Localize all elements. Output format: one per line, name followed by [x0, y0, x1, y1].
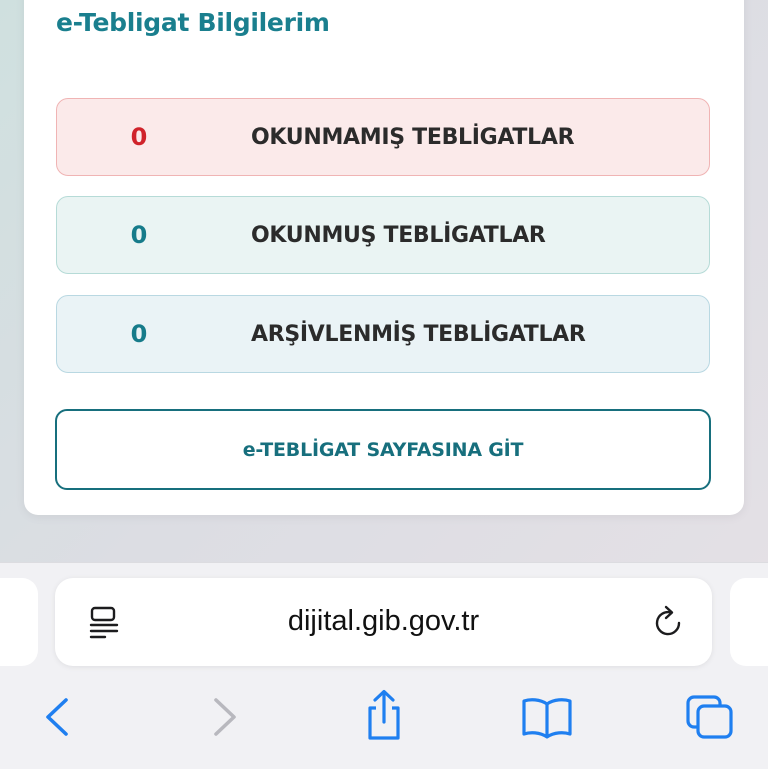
- share-icon[interactable]: [359, 688, 409, 744]
- book-icon[interactable]: [520, 692, 574, 742]
- unread-label: OKUNMAMIŞ TEBLİGATLAR: [251, 124, 575, 150]
- url-text[interactable]: dijital.gib.gov.tr: [55, 605, 712, 638]
- previous-tab-preview[interactable]: [0, 578, 38, 666]
- archived-notices-row[interactable]: 0 ARŞİVLENMİŞ TEBLİGATLAR: [56, 295, 710, 373]
- chevron-left-icon[interactable]: [33, 692, 83, 742]
- card-title: e-Tebligat Bilgilerim: [56, 8, 330, 37]
- reload-icon[interactable]: [652, 604, 686, 640]
- chevron-right-icon[interactable]: [199, 692, 249, 742]
- next-tab-preview[interactable]: [730, 578, 768, 666]
- unread-count: 0: [130, 123, 148, 151]
- address-bar[interactable]: dijital.gib.gov.tr: [55, 578, 712, 666]
- goto-tebligat-button[interactable]: e-TEBLİGAT SAYFASINA GİT: [55, 409, 711, 490]
- tabs-icon[interactable]: [684, 692, 736, 742]
- read-label: OKUNMUŞ TEBLİGATLAR: [251, 222, 546, 248]
- read-notices-row[interactable]: 0 OKUNMUŞ TEBLİGATLAR: [56, 196, 710, 274]
- archived-count: 0: [130, 320, 148, 348]
- unread-notices-row[interactable]: 0 OKUNMAMIŞ TEBLİGATLAR: [56, 98, 710, 176]
- archived-label: ARŞİVLENMİŞ TEBLİGATLAR: [251, 321, 586, 347]
- read-count: 0: [130, 221, 148, 249]
